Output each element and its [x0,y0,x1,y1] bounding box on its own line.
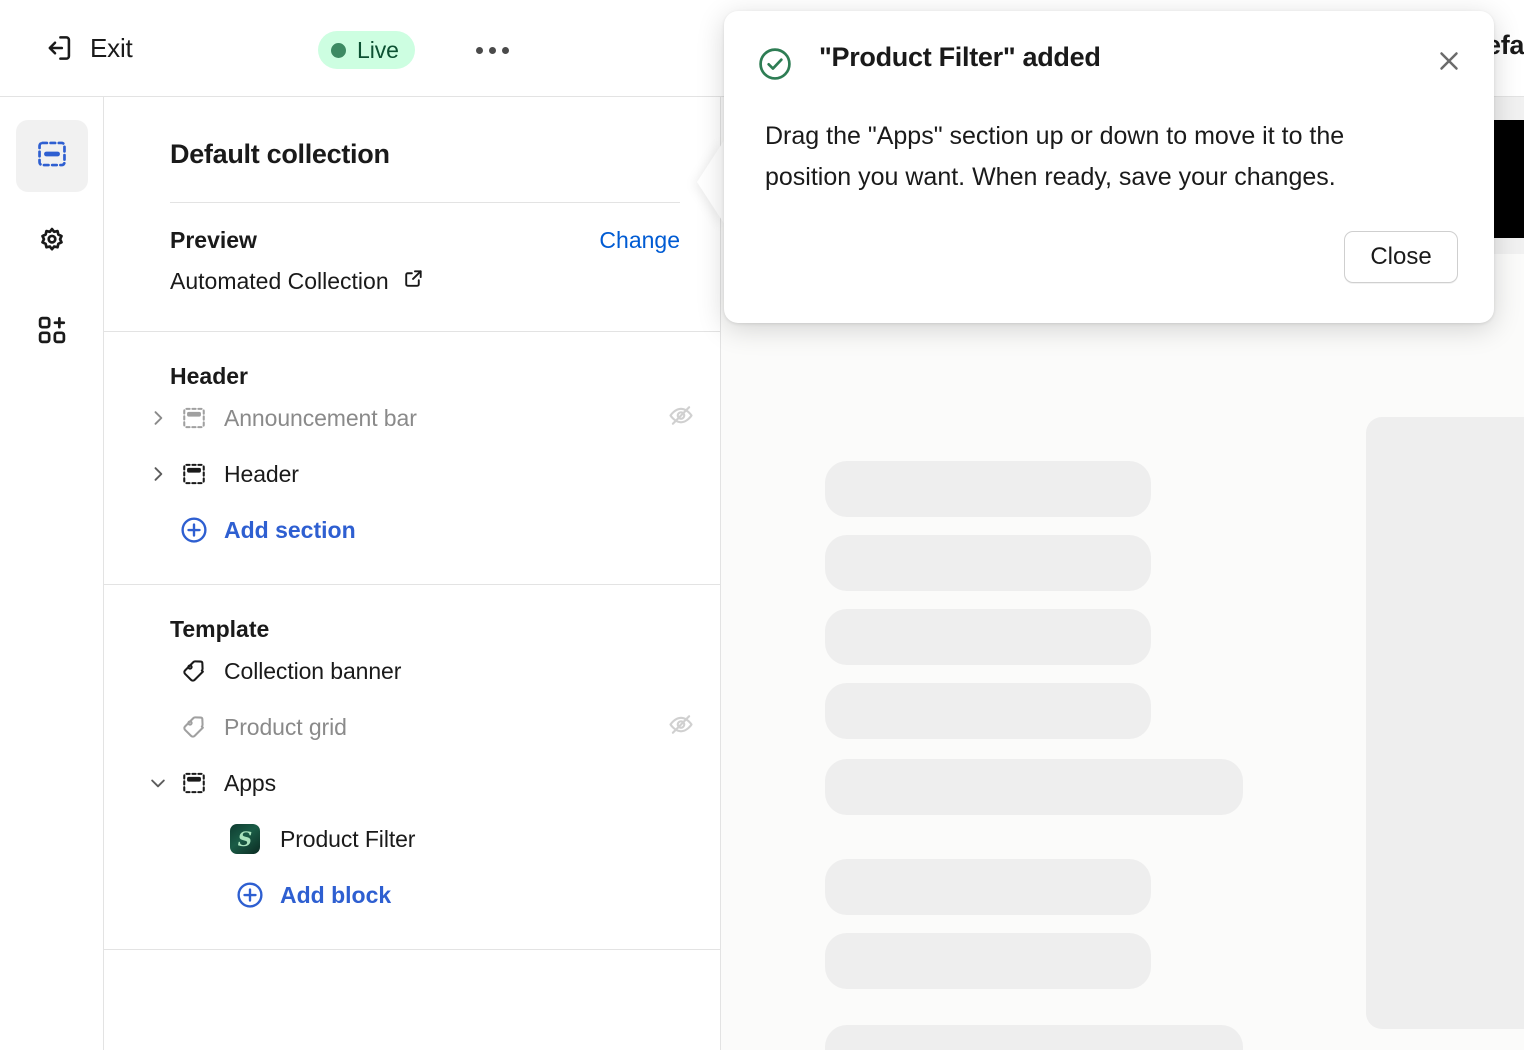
preview-placeholder-bar [825,859,1151,915]
tag-icon [174,714,214,740]
plus-circle-icon [230,880,270,910]
app-block-row[interactable]: S Product Filter [190,811,708,867]
preview-value-label: Automated Collection [170,268,389,294]
external-link-icon[interactable] [402,267,425,296]
more-actions-button[interactable] [465,26,519,74]
exit-button[interactable]: Exit [34,25,141,71]
product-filter-added-popover: "Product Filter" added Drag the "Apps" s… [724,11,1494,323]
eye-hidden-icon[interactable] [666,710,696,745]
rail-item-sections[interactable] [15,120,88,192]
preview-placeholder-bar [825,461,1151,517]
status-badge-label: Live [357,36,399,63]
popover-close-button[interactable]: Close [1344,231,1458,283]
sections-icon [35,137,69,176]
section-row-label: Announcement bar [224,404,417,431]
success-check-icon [756,45,794,88]
tag-icon [174,658,214,684]
chevron-right-icon[interactable] [142,464,174,484]
preview-placeholder-bar [825,609,1151,665]
left-icon-rail [0,97,104,1050]
group-title: Header [170,363,248,389]
section-row[interactable]: Product grid [134,699,708,755]
preview-group: Preview Change Automated Collection [104,203,720,296]
section-row[interactable]: Collection banner [134,643,708,699]
popover-title: "Product Filter" added [819,42,1101,72]
preview-placeholder-bar [825,759,1243,815]
status-dot-icon [331,42,346,58]
section-block-icon [174,770,214,796]
preview-change-link[interactable]: Change [599,227,680,254]
section-list-panel: Default collection Preview Change Automa… [104,97,721,1050]
behind-modal-black-block [1494,120,1524,238]
popover-pointer-icon [697,139,725,225]
behind-modal-strip-top [1494,97,1524,120]
add-row-label: Add section [224,516,356,543]
plus-circle-icon [174,515,214,545]
add-block-button[interactable]: Add block [190,867,708,923]
ellipsis-icon-dot [501,46,509,54]
chevron-right-icon[interactable] [142,408,174,428]
preview-side-card [1366,417,1524,1029]
chevron-down-icon[interactable] [142,773,174,793]
exit-label: Exit [90,32,133,63]
section-row[interactable]: Announcement bar [134,390,708,446]
page-title: Default collection [170,139,390,169]
section-row[interactable]: Header [134,446,708,502]
section-row-label: Product grid [224,713,347,740]
ellipsis-icon-dot [475,46,483,54]
status-badge[interactable]: Live [318,31,415,69]
ellipsis-icon-dot [488,46,496,54]
rail-item-apps[interactable] [16,296,88,368]
app-block-label: Product Filter [280,825,416,852]
group-divider [104,949,720,950]
preview-placeholder-bar [825,683,1151,739]
close-icon[interactable] [1428,40,1470,82]
section-row-label: Collection banner [224,657,402,684]
exit-icon [42,31,76,65]
group-title: Template [170,616,270,642]
preview-placeholder-bar [825,535,1151,591]
add-section-button[interactable]: Add section [134,502,708,558]
app-icon-glyph: S [237,827,253,851]
preview-placeholder-bar [825,1025,1243,1050]
gear-icon [35,225,69,264]
eye-hidden-icon[interactable] [666,401,696,436]
section-row[interactable]: Apps [134,755,708,811]
section-block-icon [174,461,214,487]
preview-placeholder-bar [825,933,1151,989]
behind-modal-strip-bottom [1494,238,1524,254]
section-block-icon [174,405,214,431]
preview-value-row[interactable]: Automated Collection [170,267,680,296]
section-row-label: Header [224,460,299,487]
preview-label: Preview [170,227,257,253]
popover-body-text: Drag the "Apps" section up or down to mo… [765,122,1345,191]
rail-item-theme-settings[interactable] [16,208,88,280]
apps-add-icon [35,313,69,352]
section-row-label: Apps [224,769,277,796]
app-icon: S [230,824,260,854]
add-row-label: Add block [280,881,392,908]
